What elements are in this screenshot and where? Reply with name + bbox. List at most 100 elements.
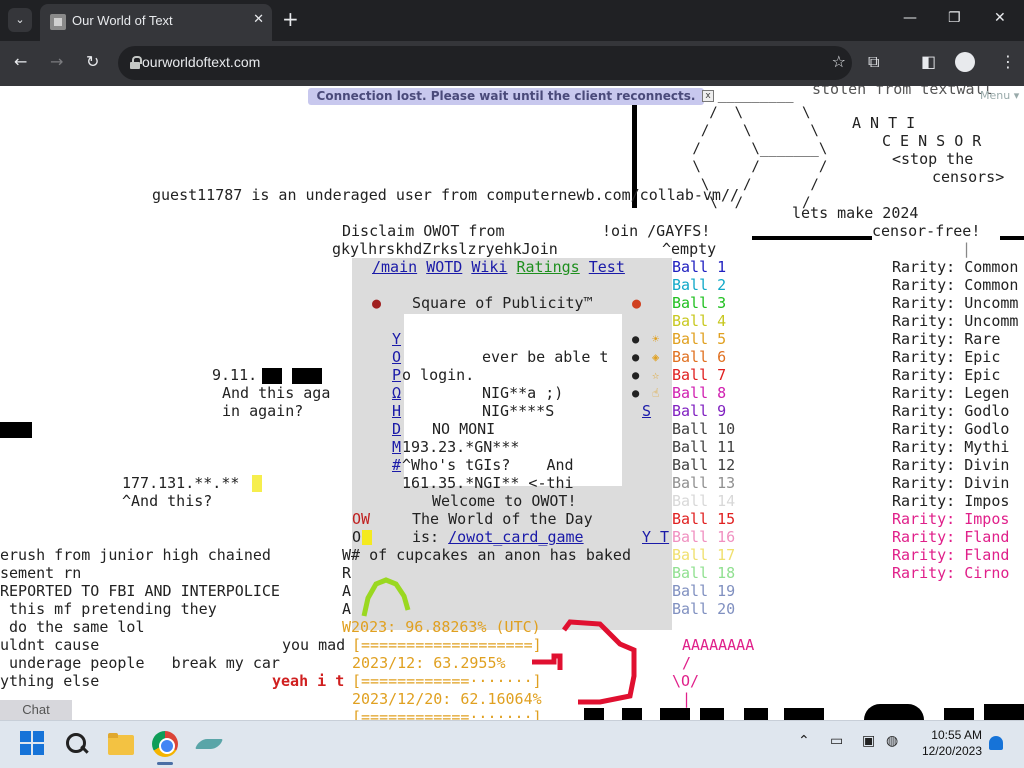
tab-close-icon[interactable]: ✕ [253,12,264,27]
censor-free-text: censor-free! [872,222,981,240]
yt-links[interactable]: Y T [642,528,669,546]
forward-button[interactable]: → [50,52,63,71]
tab-title: Our World of Text [72,13,173,28]
progress-day-bar: [============·······] [352,708,542,720]
display-icon[interactable]: ▣ [862,733,875,749]
ball-item: Ball 3 [672,294,727,312]
square-left-5[interactable]: D [392,420,401,438]
square-left-0[interactable]: Y [392,330,401,348]
black-shape-6 [784,708,824,720]
link-test[interactable]: Test [589,258,625,276]
browser-tab-bar: ⌄ Our World of Text ✕ + — ❐ ✕ [0,0,1024,41]
profile-avatar-icon[interactable] [955,52,975,72]
chat-button[interactable]: Chat [0,700,72,720]
rarity-item: Rarity: Common [892,276,1019,294]
left-line-text: this mf pretending they [0,600,217,618]
ever-text: ever be able t [482,348,609,366]
show-hidden-icons-chevron[interactable]: ⌃ [798,733,810,749]
ball-item: Ball 10 [672,420,736,438]
square-left-7[interactable]: # [392,456,401,474]
close-window-button[interactable]: ✕ [994,10,1006,26]
windows-start-icon[interactable] [20,731,46,757]
progress-month-bar: [============·······] [352,672,542,690]
who-text: ^Who's tGIs? And [402,456,574,474]
maximize-button[interactable]: ❐ [948,10,961,26]
system-clock[interactable]: 10:55 AM 12/20/2023 [912,727,982,759]
menu-button[interactable]: Menu ▾ [980,89,1019,102]
nav-links: /main WOTD Wiki Ratings Test [372,258,625,276]
left-line-text: uldnt cause [0,636,100,654]
ip1-text: 193.23.*GN*** [402,438,520,456]
banner-close-button[interactable]: x [702,90,714,102]
network-icon[interactable]: ▭ [830,733,843,749]
rarity-item: Rarity: Rare [892,330,1001,348]
wcupcakes-text: W# of cupcakes an anon has baked [342,546,631,564]
favicon-icon [50,14,66,30]
rarity-item: Rarity: Impos [892,492,1010,510]
yellow-block [362,530,372,545]
more-menu-icon[interactable]: ⋮ [1000,52,1016,71]
disclaim-text: Disclaim OWOT from [342,222,505,240]
rarity-item: Rarity: Impos [892,510,1010,528]
raaw-0: R [342,564,352,582]
link-wiki[interactable]: Wiki [471,258,507,276]
square-left-6[interactable]: M [392,438,401,456]
ip3-text: 177.131.**.** [122,474,240,492]
file-explorer-icon[interactable] [108,731,134,757]
minimize-button[interactable]: — [903,10,917,26]
square-title: Square of Publicity™ [412,294,593,312]
url-text[interactable]: ourworldoftext.com [142,54,260,70]
black-shape-1 [584,708,604,720]
address-bar[interactable]: ourworldoftext.com ☆ [118,46,852,80]
left-line-text: do the same lol [0,618,145,636]
raaw-2: A [342,600,352,618]
clock-date: 12/20/2023 [921,744,982,758]
s-link[interactable]: S [642,402,651,420]
rarity-item: Rarity: Divin [892,456,1010,474]
stick1-text: / [682,654,692,672]
reload-button[interactable]: ↻ [86,52,99,71]
volume-icon[interactable]: ◍ [886,733,898,749]
rarity-item: Rarity: Uncomm [892,312,1019,330]
new-tab-button[interactable]: + [282,8,299,30]
square-left-1[interactable]: O [392,348,401,366]
progress-year: W2023: 96.88263% (UTC) [342,618,541,636]
aaa-text: AAAAAAAA [682,636,755,654]
ball-item: Ball 5 [672,330,727,348]
app-icon[interactable] [196,731,222,757]
square-left-3[interactable]: Ω [392,384,401,402]
and-this-text: And this aga [222,384,331,402]
you-mad-text: you mad [282,636,346,654]
ball-item: Ball 9 [672,402,727,420]
owot-canvas[interactable]: _________ / \ \ / \ \ / \_______\ \ / / … [0,86,1024,720]
square-left-4[interactable]: H [392,402,401,420]
extensions-icon[interactable]: ⧉ [868,52,879,72]
chrome-icon[interactable] [152,731,178,757]
notification-bell-icon[interactable] [989,736,1003,750]
link-main[interactable]: /main [372,258,417,276]
raaw-1: A [342,582,352,600]
link-wotd[interactable]: WOTD [426,258,462,276]
and-this2-text: ^And this? [122,492,213,510]
ip2-text: 161.35.*NGI** <-thi [402,474,574,492]
side-panel-icon[interactable]: ◧ [921,52,936,71]
search-icon[interactable] [64,731,90,757]
square-left-2[interactable]: P [392,366,401,384]
tab-search-button[interactable]: ⌄ [8,8,32,32]
emoji-column-icon: ● ● ● ● [632,332,640,400]
bookmark-star-icon[interactable]: ☆ [832,52,846,71]
card-game-link[interactable]: /owot_card_game [448,528,583,546]
back-button[interactable]: ← [14,52,27,71]
rarity-item: Rarity: Godlo [892,420,1010,438]
wotd-text: The World of the Day [412,510,593,528]
black-shape-9 [984,704,1024,720]
redact-block-1 [262,368,282,384]
rarity-item: Rarity: Uncomm [892,294,1019,312]
browser-tab[interactable]: Our World of Text ✕ [40,4,272,41]
ball-item: Ball 7 [672,366,727,384]
progress-month: 2023/12: 63.2955% [352,654,506,672]
ball-item: Ball 20 [672,600,736,618]
link-ratings[interactable]: Ratings [517,258,580,276]
cursor-highlight [252,475,262,492]
left-line-text: sement rn [0,564,82,582]
